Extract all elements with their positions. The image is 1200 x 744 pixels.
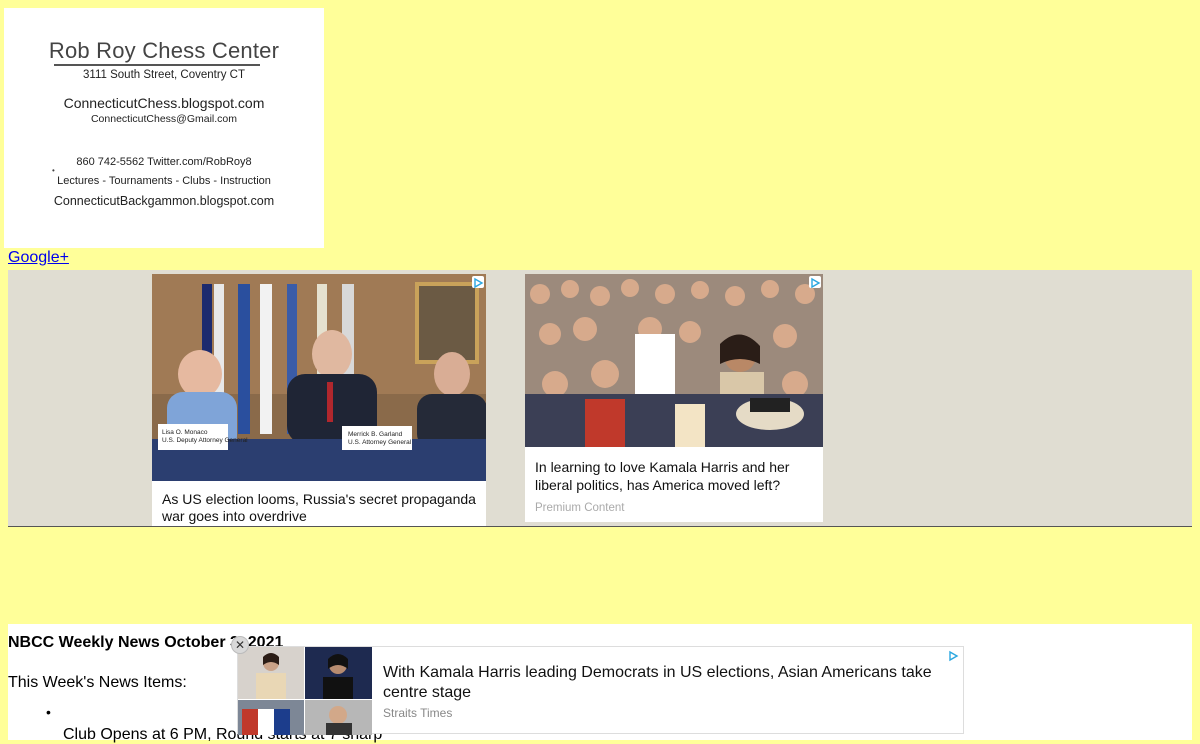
- chess-center-logo: Rob Roy Chess Center 3111 South Street, …: [4, 8, 324, 248]
- adchoice-icon[interactable]: [809, 276, 821, 289]
- nameplate-garland: Merrick B. Garland U.S. Attorney General: [348, 431, 412, 446]
- logo-email: ConnecticutChess@Gmail.com: [90, 113, 238, 125]
- logo-divider: [54, 64, 260, 66]
- floating-ad-headline[interactable]: With Kamala Harris leading Democrats in …: [383, 663, 939, 703]
- logo-contact: 860 742-5562 Twitter.com/RobRoy8: [76, 156, 252, 168]
- floating-ad[interactable]: With Kamala Harris leading Democrats in …: [237, 646, 964, 735]
- floating-ad-source: Straits Times: [383, 706, 453, 720]
- ad-card-kamala-harris[interactable]: In learning to love Kamala Harris and he…: [525, 274, 823, 522]
- ad-caption[interactable]: As US election looms, Russia's secret pr…: [162, 491, 478, 525]
- list-bullet: •: [46, 704, 51, 720]
- ad-source: Premium Content: [535, 502, 625, 514]
- news-thumbnail-collage-icon: [238, 647, 372, 735]
- adchoice-icon[interactable]: [947, 649, 959, 662]
- ad-caption[interactable]: In learning to love Kamala Harris and he…: [535, 458, 815, 494]
- post-subtitle: This Week's News Items:: [8, 674, 187, 691]
- nameplate-monaco: Lisa O. Monaco U.S. Deputy Attorney Gene…: [162, 429, 248, 444]
- press-conference-photo-icon: [152, 274, 486, 481]
- logo-blog: ConnecticutChess.blogspot.com: [63, 95, 265, 111]
- logo-services: Lectures - Tournaments - Clubs - Instruc…: [57, 175, 271, 187]
- google-plus-link[interactable]: Google+: [8, 249, 69, 267]
- ad-strip: Lisa O. Monaco U.S. Deputy Attorney Gene…: [8, 270, 1192, 527]
- logo-address: 3111 South Street, Coventry CT: [83, 69, 245, 81]
- adchoice-icon[interactable]: [472, 276, 484, 289]
- close-icon[interactable]: ✕: [231, 636, 249, 654]
- ad-card-russia-propaganda[interactable]: Lisa O. Monaco U.S. Deputy Attorney Gene…: [152, 274, 486, 526]
- logo-title: Rob Roy Chess Center: [48, 38, 280, 63]
- crowd-photo-icon: [525, 274, 823, 447]
- logo-backgammon: ConnecticutBackgammon.blogspot.com: [53, 194, 275, 208]
